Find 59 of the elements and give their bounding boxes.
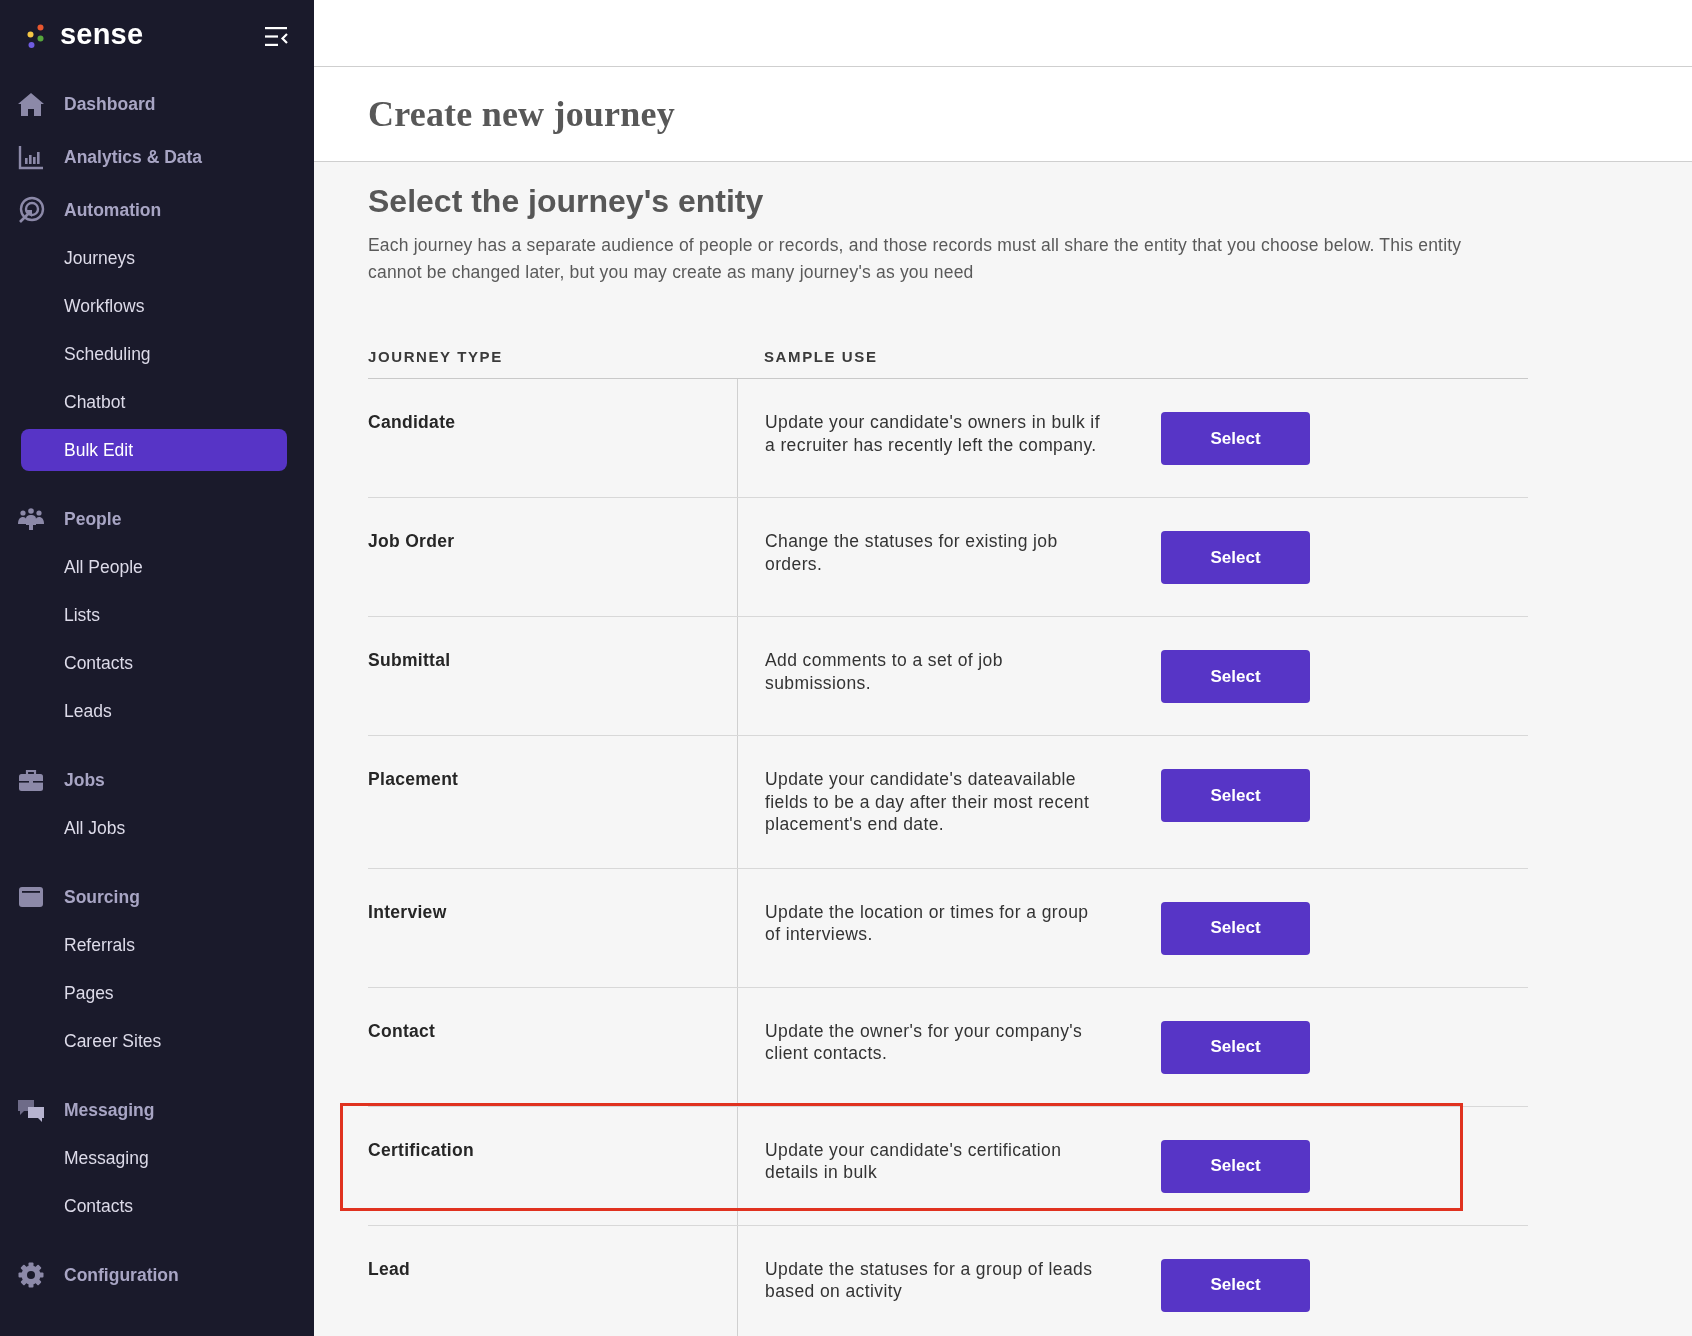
nav-section-link[interactable]: Analytics & Data bbox=[21, 136, 287, 178]
sample-use-text: Update your candidate's dateavailable fields to be a day after their most recent placement's end date. bbox=[765, 768, 1091, 836]
settings-icon bbox=[17, 1261, 45, 1289]
nav-link[interactable]: Chatbot bbox=[21, 381, 287, 423]
select-button[interactable]: Select bbox=[1161, 531, 1310, 584]
nav-section-link[interactable]: Configuration bbox=[21, 1254, 287, 1296]
select-button[interactable]: Select bbox=[1161, 1258, 1310, 1312]
sample-use-text: Update the location or times for a group of interviews. bbox=[765, 900, 1090, 946]
bar-chart-icon bbox=[17, 143, 45, 171]
sample-use-text: Update your candidate's owners in bulk if a recruiter has recently left the company. bbox=[765, 411, 1101, 457]
nav-section-link[interactable]: Dashboard bbox=[21, 83, 287, 125]
nav-link[interactable]: All Jobs bbox=[21, 807, 287, 849]
journey-type-label: Contact bbox=[368, 1019, 436, 1042]
nav-link[interactable]: Referrals bbox=[21, 924, 287, 966]
column-header: SAMPLE USE bbox=[764, 347, 878, 367]
section-description: Each journey has a separate audience of people or records, and those records must all share the entity that you choose below. This entity cannot be changed later, but you may create as many journey's as you need bbox=[368, 234, 1463, 284]
nav-link[interactable]: Messaging bbox=[21, 1137, 287, 1179]
nav-section-link[interactable]: People bbox=[21, 498, 287, 540]
sample-use-text: Update your candidate's certification details in bulk bbox=[765, 1138, 1063, 1184]
nav-link[interactable]: All People bbox=[21, 546, 287, 588]
nav-section-link[interactable]: Jobs bbox=[21, 759, 287, 801]
page-title: Create new journey bbox=[368, 93, 675, 135]
nav-link[interactable]: Journeys bbox=[21, 237, 287, 279]
sample-use-text: Add comments to a set of job submissions. bbox=[765, 649, 1004, 695]
logo-dots-icon bbox=[27, 23, 45, 49]
journey-type-label: Placement bbox=[368, 768, 459, 790]
journey-type-label: Submittal bbox=[368, 649, 451, 671]
journey-type-label: Interview bbox=[368, 900, 447, 923]
nav-link[interactable]: Leads bbox=[21, 690, 287, 732]
nav-section-link[interactable]: Automation bbox=[21, 189, 287, 231]
select-button[interactable]: Select bbox=[1161, 1139, 1310, 1193]
select-button[interactable]: Select bbox=[1161, 1020, 1310, 1074]
sample-use-text: Change the statuses for existing job orders. bbox=[765, 530, 1059, 576]
nav-link[interactable]: Workflows bbox=[21, 285, 287, 327]
collapse-menu-icon[interactable] bbox=[265, 26, 288, 46]
select-button[interactable]: Select bbox=[1161, 769, 1310, 822]
nav-link[interactable]: Career Sites bbox=[21, 1020, 287, 1062]
nav-link[interactable]: Lists bbox=[21, 594, 287, 636]
sample-use-text: Update the owner's for your company's client contacts. bbox=[765, 1019, 1084, 1065]
nav-link[interactable]: Scheduling bbox=[21, 333, 287, 375]
journey-type-label: Certification bbox=[368, 1138, 474, 1161]
select-button[interactable]: Select bbox=[1161, 412, 1310, 465]
nav-link[interactable]: Contacts bbox=[21, 1185, 287, 1227]
select-button[interactable]: Select bbox=[1161, 650, 1310, 703]
people-icon bbox=[17, 505, 45, 533]
sample-use-text: Update the statuses for a group of leads based on activity bbox=[765, 1257, 1094, 1303]
section-heading: Select the journey's entity bbox=[368, 182, 764, 221]
nav-section-link[interactable]: Sourcing bbox=[21, 876, 287, 918]
logo-wordmark: sense bbox=[60, 19, 144, 49]
home-icon bbox=[17, 90, 45, 118]
nav-link[interactable]: Contacts bbox=[21, 642, 287, 684]
journey-type-label: Candidate bbox=[368, 411, 456, 433]
journey-type-label: Lead bbox=[368, 1257, 411, 1280]
nav-link[interactable]: Pages bbox=[21, 972, 287, 1014]
nav-section-link[interactable]: Messaging bbox=[21, 1089, 287, 1131]
select-button[interactable]: Select bbox=[1161, 901, 1310, 955]
journey-type-label: Job Order bbox=[368, 530, 455, 552]
column-header: JOURNEY TYPE bbox=[368, 347, 503, 367]
nav-link[interactable]: Bulk Edit bbox=[21, 429, 287, 471]
